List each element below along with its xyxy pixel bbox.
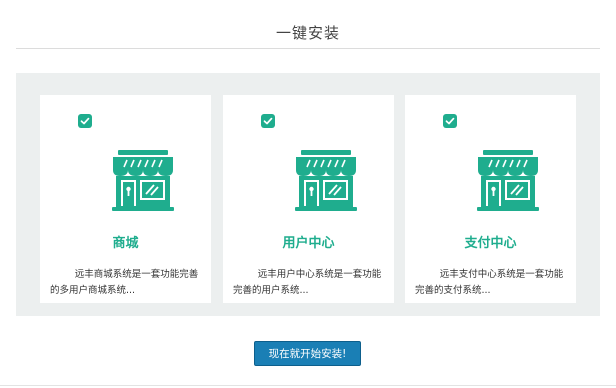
store-icon xyxy=(477,150,539,211)
module-description: 远丰支付中心系统是一套功能完善的支付系统... xyxy=(415,269,564,296)
module-title: 支付中心 xyxy=(464,236,517,251)
module-card-user-center[interactable]: 用户中心 远丰用户中心系统是一套功能完善的用户系统... xyxy=(223,95,394,303)
store-icon xyxy=(112,150,174,211)
module-panel: 商城 远丰商城系统是一套功能完善的多用户商城系统... 用户中心 远丰用户中心系… xyxy=(16,73,600,316)
checkmark-icon xyxy=(80,117,90,125)
checkmark-icon xyxy=(263,117,273,125)
install-button[interactable]: 现在就开始安装! xyxy=(254,341,361,366)
module-checkbox-user-center[interactable] xyxy=(261,114,275,128)
bottom-divider xyxy=(0,385,616,386)
module-card-mall[interactable]: 商城 远丰商城系统是一套功能完善的多用户商城系统... xyxy=(40,95,211,303)
store-icon xyxy=(295,150,357,211)
checkmark-icon xyxy=(445,117,455,125)
module-checkbox-payment-center[interactable] xyxy=(443,114,457,128)
page-title: 一键安装 xyxy=(275,24,340,42)
module-card-payment-center[interactable]: 支付中心 远丰支付中心系统是一套功能完善的支付系统... xyxy=(405,95,576,303)
module-description: 远丰用户中心系统是一套功能完善的用户系统... xyxy=(233,269,382,296)
title-divider xyxy=(16,48,600,49)
module-title: 商城 xyxy=(112,236,139,251)
module-checkbox-mall[interactable] xyxy=(78,114,92,128)
module-description: 远丰商城系统是一套功能完善的多用户商城系统... xyxy=(50,269,199,296)
module-title: 用户中心 xyxy=(282,236,335,251)
